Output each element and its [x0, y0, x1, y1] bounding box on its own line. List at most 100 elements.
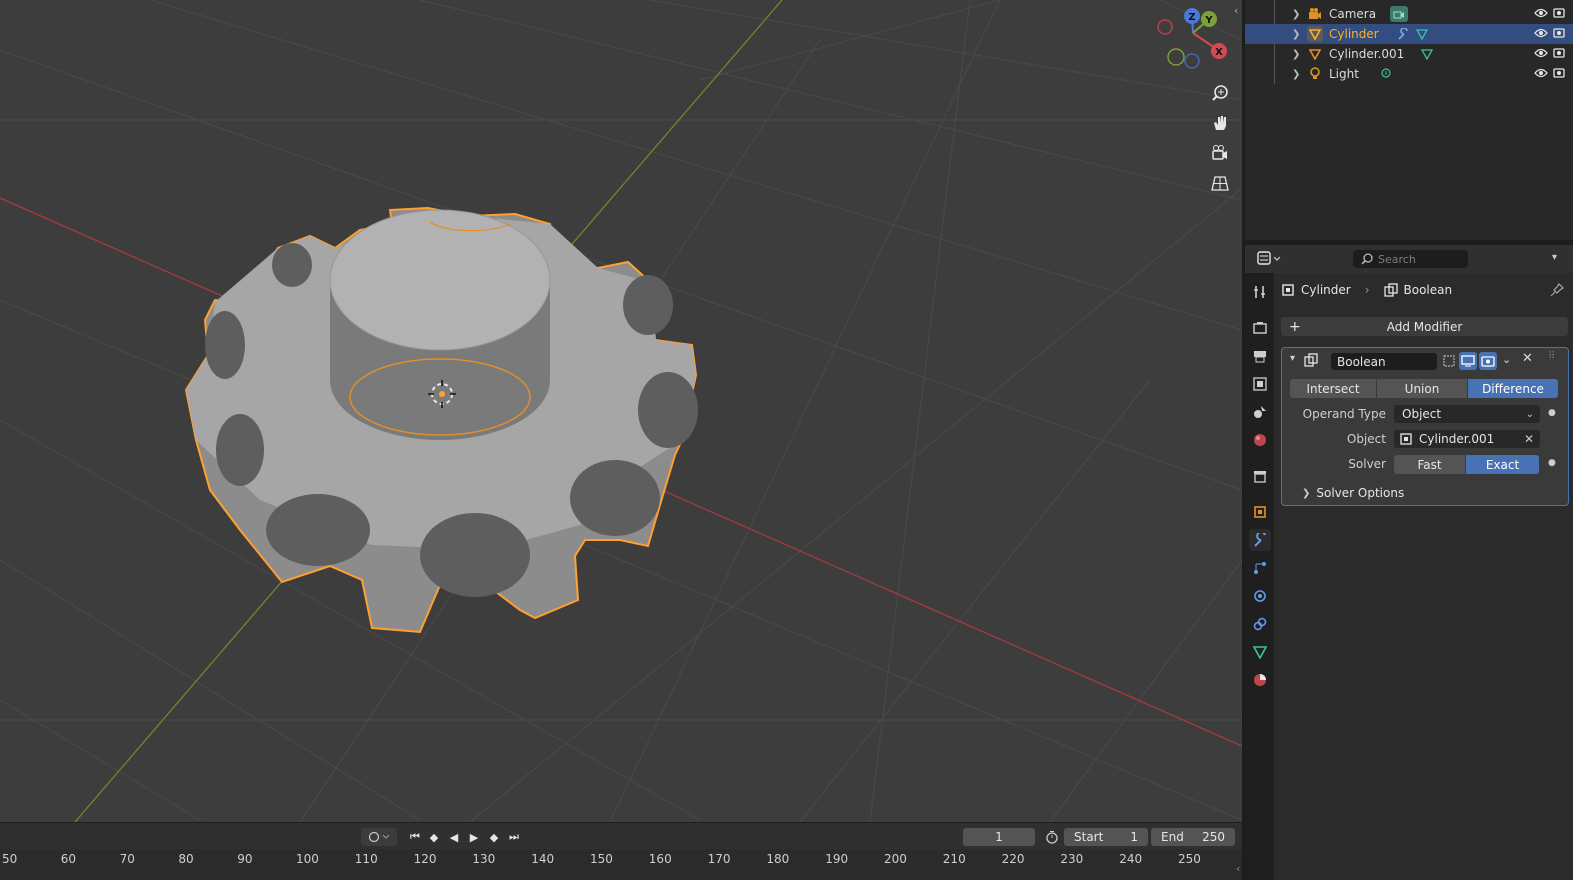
modifier-name-field[interactable]: Boolean: [1331, 353, 1437, 370]
material-tab-icon[interactable]: [1249, 669, 1271, 691]
render-camera-icon[interactable]: [1553, 67, 1565, 81]
clear-icon[interactable]: ✕: [1524, 432, 1534, 446]
search-input[interactable]: Search: [1353, 250, 1468, 268]
constraints-tab-icon[interactable]: [1249, 613, 1271, 635]
render-camera-icon[interactable]: [1553, 27, 1565, 41]
viewport-display-toggle-icon[interactable]: [1459, 352, 1477, 370]
tool-tab-icon[interactable]: [1249, 281, 1271, 303]
keying-dropdown[interactable]: [361, 828, 397, 846]
add-modifier-button[interactable]: + Add Modifier: [1281, 317, 1568, 336]
ruler-tick: 60: [60, 852, 77, 866]
outliner-item-camera[interactable]: ❯ Camera: [1245, 4, 1573, 24]
outliner-item-cylinder[interactable]: ❯ Cylinder: [1245, 24, 1573, 44]
breadcrumb-modifier: Boolean: [1403, 283, 1453, 297]
object-data-tab-icon[interactable]: [1249, 641, 1271, 663]
eye-visibility-icon[interactable]: [1534, 67, 1548, 81]
outliner-item-cylinder-001[interactable]: ❯ Cylinder.001: [1245, 44, 1573, 64]
editor-type-icon[interactable]: [1257, 250, 1283, 269]
modifier-wrench-icon[interactable]: [1395, 26, 1411, 42]
solver-option-label: Fast: [1417, 457, 1442, 472]
breadcrumb-separator-icon: ›: [1364, 283, 1370, 297]
jump-to-next-keyframe-icon[interactable]: ◆: [485, 827, 503, 847]
pin-icon[interactable]: [1550, 283, 1564, 300]
zoom-icon[interactable]: [1206, 79, 1234, 107]
end-frame-field[interactable]: End 250: [1151, 828, 1235, 846]
render-toggle-icon[interactable]: [1479, 352, 1497, 370]
expand-arrow-icon[interactable]: ❯: [1292, 49, 1300, 60]
operation-difference-button[interactable]: Difference: [1468, 379, 1558, 398]
object-field[interactable]: Cylinder.001 ✕: [1394, 430, 1540, 448]
mesh-data-icon[interactable]: [1419, 46, 1435, 62]
ruler-tick: 180: [766, 852, 790, 866]
operand-type-value: Object: [1402, 407, 1442, 421]
physics-tab-icon[interactable]: [1249, 585, 1271, 607]
close-icon[interactable]: ✕: [1522, 351, 1533, 366]
collapse-chevron-icon[interactable]: ▾: [1290, 353, 1295, 364]
gizmo-y-label: Y: [1204, 15, 1213, 26]
chevron-down-icon[interactable]: ▾: [1552, 252, 1557, 263]
collection-tab-icon[interactable]: [1249, 465, 1271, 487]
add-modifier-label: Add Modifier: [1386, 319, 1463, 334]
current-frame-field[interactable]: 1: [963, 828, 1035, 846]
3d-viewport[interactable]: Z Y X: [0, 0, 1242, 822]
light-icon: [1307, 66, 1323, 82]
keyframe-dot-icon[interactable]: ●: [1548, 408, 1556, 418]
keyframe-dot-icon[interactable]: ●: [1548, 458, 1556, 468]
object-icon: [1400, 433, 1412, 445]
jump-to-start-icon[interactable]: ⏮: [406, 827, 424, 847]
object-tab-icon[interactable]: [1249, 501, 1271, 523]
jump-to-end-icon[interactable]: ⏭: [505, 827, 523, 847]
collapse-arrow-icon[interactable]: ‹: [1236, 862, 1240, 875]
render-tab-icon[interactable]: [1249, 317, 1271, 339]
perspective-grid-icon[interactable]: [1206, 169, 1234, 197]
eye-visibility-icon[interactable]: [1534, 7, 1548, 21]
operation-union-button[interactable]: Union: [1377, 379, 1467, 398]
modifier-tab-icon[interactable]: [1249, 529, 1271, 551]
eye-visibility-icon[interactable]: [1534, 27, 1548, 41]
start-frame-field[interactable]: Start 1: [1064, 828, 1148, 846]
scene-tab-icon[interactable]: [1249, 401, 1271, 423]
view-layer-tab-icon[interactable]: [1249, 373, 1271, 395]
stopwatch-icon[interactable]: [1042, 828, 1062, 846]
timeline-ruler[interactable]: 50 60 70 80 90 100 110 120 130 140 150 160 170 180 190…: [0, 849, 1242, 880]
axis-gizmo[interactable]: Z Y X: [1150, 5, 1235, 75]
play-icon[interactable]: ▶: [465, 827, 483, 847]
operation-intersect-button[interactable]: Intersect: [1290, 379, 1376, 398]
ruler-tick: 230: [1060, 852, 1084, 866]
operand-type-dropdown[interactable]: Object ⌄: [1394, 405, 1540, 423]
viewport-scene: [0, 0, 1242, 822]
jump-to-prev-keyframe-icon[interactable]: ◆: [425, 827, 443, 847]
boolean-modifier-icon: [1383, 283, 1398, 297]
mesh-data-icon[interactable]: [1414, 26, 1430, 42]
boolean-modifier-icon: [1304, 353, 1318, 370]
pan-hand-icon[interactable]: [1206, 109, 1234, 137]
world-tab-icon[interactable]: [1249, 429, 1271, 451]
eye-visibility-icon[interactable]: [1534, 47, 1548, 61]
ruler-tick: 220: [1001, 852, 1025, 866]
solver-option-label: Exact: [1485, 457, 1520, 472]
output-tab-icon[interactable]: [1249, 345, 1271, 367]
expand-arrow-icon[interactable]: ❯: [1292, 29, 1300, 40]
object-icon: [1282, 284, 1294, 296]
play-reverse-icon[interactable]: ◀: [445, 827, 463, 847]
drag-handle-icon[interactable]: ⠿: [1548, 351, 1555, 362]
edit-mode-toggle-icon[interactable]: [1440, 352, 1458, 370]
modifier-menu-chevron-icon[interactable]: ⌄: [1502, 353, 1511, 366]
solver-fast-button[interactable]: Fast: [1394, 455, 1465, 474]
render-camera-icon[interactable]: [1553, 47, 1565, 61]
solver-exact-button[interactable]: Exact: [1466, 455, 1539, 474]
particles-tab-icon[interactable]: [1249, 557, 1271, 579]
expand-arrow-icon[interactable]: ❯: [1292, 9, 1300, 20]
render-camera-icon[interactable]: [1553, 7, 1565, 21]
collapse-arrow-icon[interactable]: ‹: [1234, 4, 1238, 17]
search-placeholder: Search: [1378, 252, 1416, 266]
outliner-item-light[interactable]: ❯ Light: [1245, 64, 1573, 84]
start-value: 1: [1130, 830, 1138, 844]
camera-data-icon[interactable]: [1390, 6, 1408, 22]
solver-options-subpanel[interactable]: ❯ Solver Options: [1302, 486, 1404, 500]
boolean-modifier-panel: ▾ Boolean ⌄ ✕ ⠿ Intersect Union Differen…: [1281, 347, 1569, 506]
light-data-icon[interactable]: [1378, 66, 1394, 82]
expand-arrow-icon[interactable]: ❯: [1292, 69, 1300, 80]
camera-view-icon[interactable]: [1206, 139, 1234, 167]
ruler-tick: 150: [590, 852, 613, 866]
